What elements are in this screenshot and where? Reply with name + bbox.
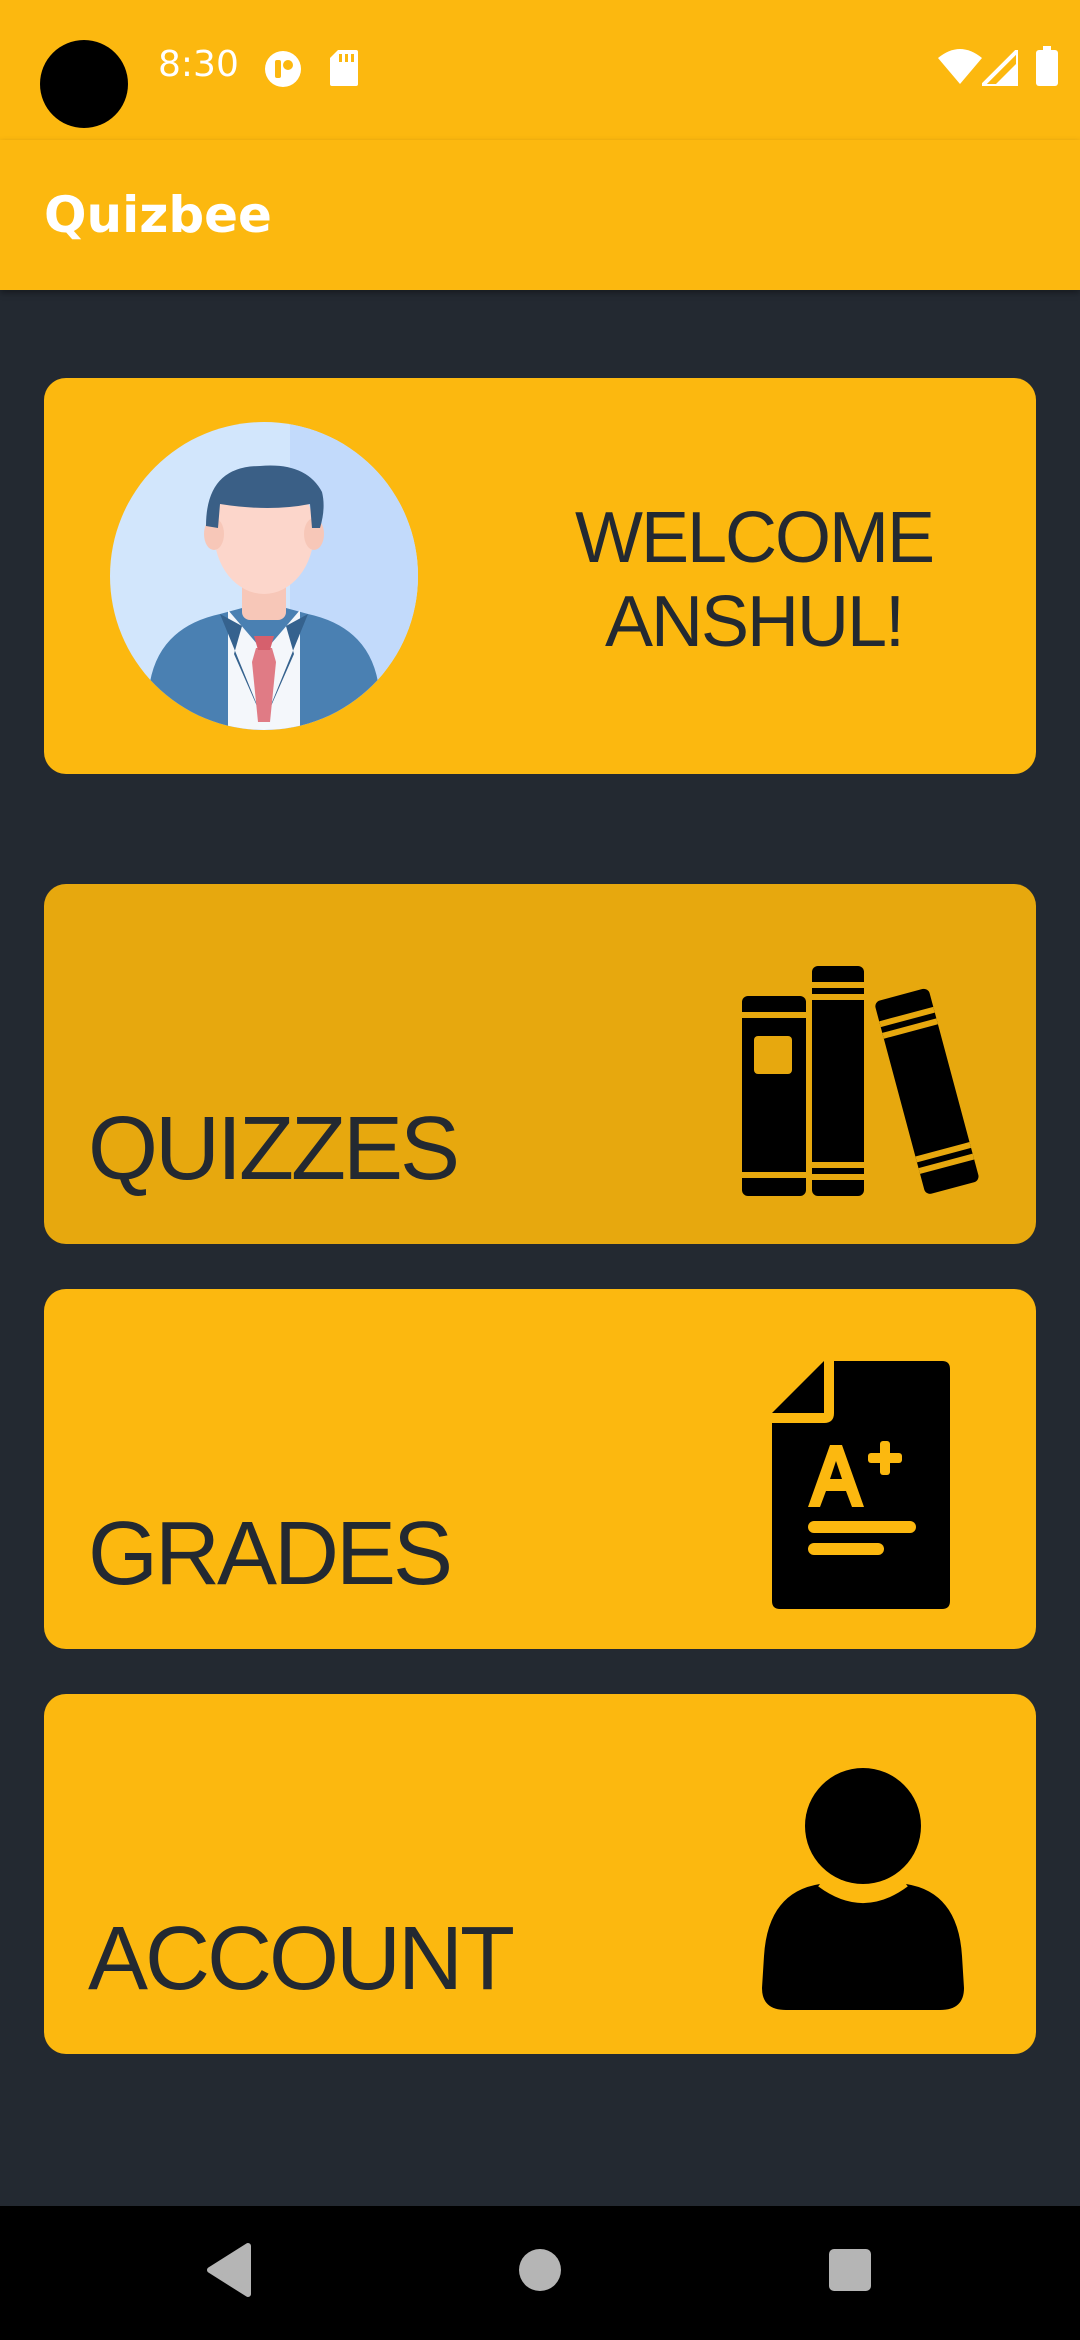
sd-card-icon bbox=[330, 50, 358, 86]
welcome-line-1: WELCOME bbox=[574, 498, 935, 578]
welcome-message: WELCOME ANSHUL! bbox=[484, 496, 1024, 664]
status-time: 8:30 bbox=[158, 44, 239, 85]
account-button[interactable]: ACCOUNT bbox=[44, 1694, 1036, 2054]
quizzes-label: QUIZZES bbox=[88, 1099, 460, 1199]
grades-label: GRADES bbox=[88, 1504, 453, 1604]
recents-icon[interactable] bbox=[828, 2248, 872, 2292]
navigation-bar bbox=[0, 2206, 1080, 2340]
back-icon[interactable] bbox=[204, 2242, 252, 2298]
home-icon[interactable] bbox=[518, 2248, 562, 2292]
app-bar: Quizbee bbox=[0, 140, 1080, 290]
books-icon bbox=[742, 966, 979, 1196]
welcome-card: WELCOME ANSHUL! bbox=[44, 378, 1036, 774]
wifi-icon bbox=[938, 49, 982, 84]
account-label: ACCOUNT bbox=[88, 1909, 515, 2009]
app-notification-icon bbox=[265, 51, 301, 87]
welcome-user-name: ANSHUL! bbox=[604, 582, 905, 662]
grade-document-icon bbox=[772, 1361, 950, 1609]
signal-icon bbox=[982, 50, 1018, 86]
grades-button[interactable]: GRADES bbox=[44, 1289, 1036, 1649]
battery-icon bbox=[1036, 46, 1058, 86]
camera-dot bbox=[40, 40, 128, 128]
app-title: Quizbee bbox=[44, 186, 272, 244]
businessman-avatar-icon bbox=[110, 422, 418, 730]
status-bar: 8:30 bbox=[0, 0, 1080, 140]
quizzes-button[interactable]: QUIZZES bbox=[44, 884, 1036, 1244]
person-icon bbox=[762, 1768, 964, 2010]
